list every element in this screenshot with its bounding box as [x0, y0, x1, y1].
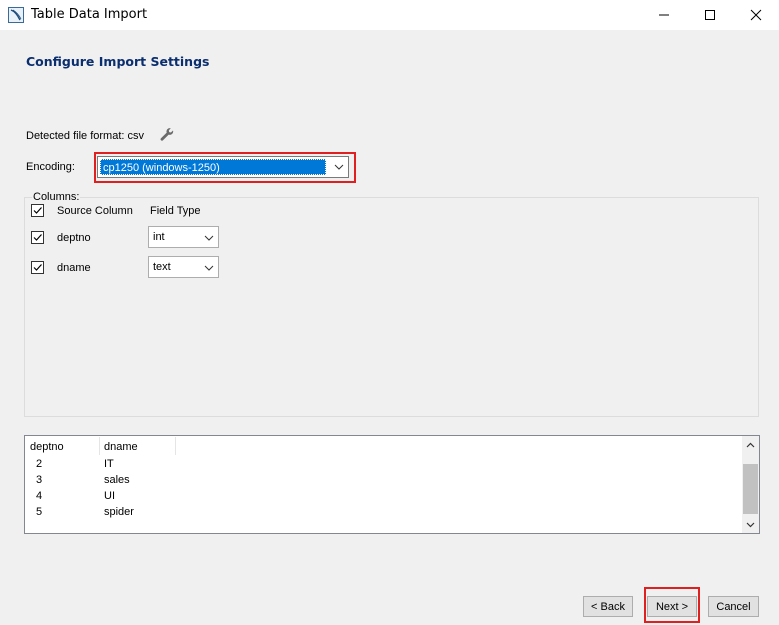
next-highlight-box [644, 587, 700, 623]
checkmark-icon [33, 207, 42, 214]
column-checkbox-dname[interactable] [31, 261, 44, 274]
preview-header-deptno: deptno [30, 441, 64, 453]
column-divider [99, 437, 100, 455]
table-cell: sales [104, 474, 130, 486]
column-name-dname: dname [57, 262, 91, 274]
table-cell: 5 [36, 506, 43, 518]
chevron-up-icon [746, 442, 755, 447]
scroll-down-button[interactable] [742, 516, 759, 533]
column-divider [175, 437, 176, 455]
field-type-select-deptno[interactable]: int [148, 226, 219, 248]
field-type-header: Field Type [150, 205, 201, 217]
wrench-icon[interactable] [159, 128, 175, 144]
columns-group-label: Columns: [32, 191, 81, 203]
encoding-label: Encoding: [26, 161, 75, 173]
close-icon [750, 9, 762, 21]
close-button[interactable] [733, 0, 779, 30]
chevron-down-icon [204, 265, 214, 271]
table-cell: spider [104, 506, 134, 518]
column-checkbox-deptno[interactable] [31, 231, 44, 244]
data-preview-table[interactable]: deptno dname 2 IT 3 sales 4 UI 5 spider [24, 435, 760, 534]
scroll-thumb[interactable] [743, 464, 758, 514]
window-title: Table Data Import [31, 7, 148, 22]
checkmark-icon [33, 264, 42, 271]
vertical-scrollbar[interactable] [742, 436, 759, 533]
title-bar: Table Data Import [0, 0, 779, 30]
column-name-deptno: deptno [57, 232, 91, 244]
table-cell: 3 [36, 474, 43, 486]
cancel-button[interactable]: Cancel [708, 596, 759, 617]
maximize-button[interactable] [687, 0, 733, 30]
table-cell: UI [104, 490, 115, 502]
encoding-value: cp1250 (windows-1250) [100, 159, 326, 175]
field-type-value: int [153, 231, 165, 243]
mysql-workbench-icon [8, 7, 24, 23]
table-cell: IT [104, 458, 114, 470]
page-heading: Configure Import Settings [26, 54, 210, 69]
maximize-icon [705, 10, 715, 20]
minimize-button[interactable] [641, 0, 687, 30]
field-type-value: text [153, 261, 171, 273]
preview-header-dname: dname [104, 441, 138, 453]
field-type-select-dname[interactable]: text [148, 256, 219, 278]
source-column-header: Source Column [57, 205, 133, 217]
chevron-down-icon [204, 235, 214, 241]
table-cell: 4 [36, 490, 43, 502]
columns-group [24, 197, 759, 417]
minimize-icon [659, 14, 669, 16]
encoding-select[interactable]: cp1250 (windows-1250) [97, 156, 349, 178]
table-cell: 2 [36, 458, 43, 470]
checkmark-icon [33, 234, 42, 241]
back-button[interactable]: < Back [583, 596, 633, 617]
chevron-down-icon [746, 522, 755, 527]
select-all-checkbox[interactable] [31, 204, 44, 217]
chevron-down-icon [334, 164, 344, 170]
detected-format-label: Detected file format: csv [26, 130, 144, 142]
scroll-up-button[interactable] [742, 436, 759, 453]
